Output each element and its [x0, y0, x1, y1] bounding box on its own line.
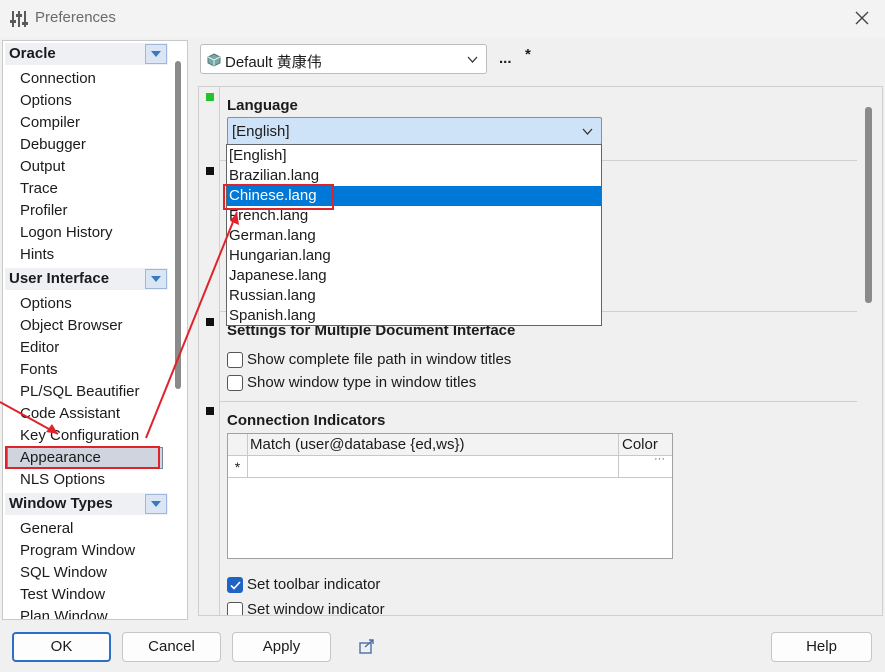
profile-more-button[interactable]: ...: [499, 50, 512, 67]
tree-item-trace[interactable]: Trace: [19, 178, 59, 200]
tree-item-debugger[interactable]: Debugger: [19, 134, 87, 156]
collapse-button[interactable]: [145, 269, 167, 289]
column-color[interactable]: Color: [622, 436, 658, 453]
checkbox-box[interactable]: [227, 602, 243, 615]
sliders-icon: [10, 11, 28, 27]
tree-item-compiler[interactable]: Compiler: [19, 112, 81, 134]
tree-item-logon-history[interactable]: Logon History: [19, 222, 114, 244]
language-option[interactable]: [English]: [227, 146, 601, 166]
cancel-button[interactable]: Cancel: [122, 632, 221, 662]
collapse-button[interactable]: [145, 494, 167, 514]
checkbox-box[interactable]: [227, 577, 243, 593]
divider: [219, 160, 220, 311]
tree-item-test-window[interactable]: Test Window: [19, 584, 106, 606]
chevron-down-icon: [467, 56, 478, 63]
grid-header: Match (user@database {ed,ws}) Color: [228, 434, 672, 456]
title-bar: Preferences: [0, 0, 885, 38]
tree-item-hints[interactable]: Hints: [19, 244, 55, 266]
language-option[interactable]: Hungarian.lang: [227, 246, 601, 266]
profile-select[interactable]: Default 黄康伟: [200, 44, 487, 74]
chevron-down-icon: [151, 501, 161, 507]
language-select[interactable]: [English]: [227, 117, 602, 145]
help-button[interactable]: Help: [771, 632, 872, 662]
tree-item-program-window[interactable]: Program Window: [19, 540, 136, 562]
profile-value: Default 黄康伟: [225, 54, 322, 71]
tree-item-sql-window[interactable]: SQL Window: [19, 562, 108, 584]
preferences-tree[interactable]: Oracle Connection Options Compiler Debug…: [2, 40, 188, 620]
export-icon[interactable]: [358, 638, 376, 656]
group-user-interface[interactable]: User Interface: [5, 268, 168, 290]
divider: [219, 87, 220, 160]
panel-scrollbar[interactable]: [865, 107, 872, 303]
connection-title: Connection Indicators: [227, 412, 386, 429]
cube-icon: [207, 53, 221, 67]
check-icon: [230, 581, 241, 590]
section-marker: [206, 93, 214, 101]
section-marker: [206, 167, 214, 175]
section-marker: [206, 318, 214, 326]
tree-item-editor[interactable]: Editor: [19, 337, 60, 359]
divider: [219, 311, 220, 401]
language-option[interactable]: Russian.lang: [227, 286, 601, 306]
divider: [219, 401, 857, 402]
color-picker-button[interactable]: ···: [654, 453, 665, 465]
collapse-button[interactable]: [145, 44, 167, 64]
group-oracle[interactable]: Oracle: [5, 43, 168, 65]
language-value: [English]: [232, 123, 290, 140]
tree-item-nls-options[interactable]: NLS Options: [19, 469, 106, 491]
language-title: Language: [227, 97, 298, 114]
table-row[interactable]: * ···: [228, 453, 672, 478]
tree-item-plan-window[interactable]: Plan Window: [19, 606, 109, 619]
language-dropdown-list[interactable]: [English] Brazilian.lang Chinese.lang Fr…: [226, 144, 602, 326]
ok-button[interactable]: OK: [12, 632, 111, 662]
checkbox-label: Set window indicator: [247, 601, 385, 616]
tree-item-plsql-beautifier[interactable]: PL/SQL Beautifier: [19, 381, 141, 403]
tree-scrollbar[interactable]: [175, 61, 181, 389]
divider: [219, 401, 220, 615]
tree-item-output[interactable]: Output: [19, 156, 66, 178]
connection-grid[interactable]: Match (user@database {ed,ws}) Color * ··…: [227, 433, 673, 559]
checkbox-label: Set toolbar indicator: [247, 576, 381, 593]
checkbox-label: Show complete file path in window titles: [247, 351, 512, 368]
tree-item-ui-options[interactable]: Options: [19, 293, 73, 315]
tree-item-fonts[interactable]: Fonts: [19, 359, 59, 381]
close-icon[interactable]: [853, 9, 871, 27]
group-window-types[interactable]: Window Types: [5, 493, 168, 515]
annotation-box-chinese: [223, 184, 334, 210]
tree-item-object-browser[interactable]: Object Browser: [19, 315, 124, 337]
chevron-down-icon: [582, 128, 593, 135]
checkbox-box[interactable]: [227, 375, 243, 391]
group-label: Oracle: [9, 45, 56, 62]
group-label: Window Types: [9, 495, 113, 512]
tree-item-profiler[interactable]: Profiler: [19, 200, 69, 222]
tree-item-code-assistant[interactable]: Code Assistant: [19, 403, 121, 425]
tree-item-options[interactable]: Options: [19, 90, 73, 112]
checkbox-label: Show window type in window titles: [247, 374, 477, 391]
window-title: Preferences: [35, 9, 116, 26]
annotation-box-appearance: [5, 446, 160, 469]
section-marker: [206, 407, 214, 415]
tree-item-key-configuration[interactable]: Key Configuration: [19, 425, 140, 447]
new-row-marker: *: [228, 456, 248, 478]
chevron-down-icon: [151, 51, 161, 57]
column-match[interactable]: Match (user@database {ed,ws}): [250, 436, 465, 453]
apply-button[interactable]: Apply: [232, 632, 331, 662]
language-option[interactable]: Spanish.lang: [227, 306, 601, 326]
language-option[interactable]: German.lang: [227, 226, 601, 246]
group-label: User Interface: [9, 270, 110, 287]
tree-item-general[interactable]: General: [19, 518, 74, 540]
modified-indicator: *: [525, 46, 531, 63]
tree-item-connection[interactable]: Connection: [19, 68, 97, 90]
language-option[interactable]: Brazilian.lang: [227, 166, 601, 186]
language-option[interactable]: Japanese.lang: [227, 266, 601, 286]
chevron-down-icon: [151, 276, 161, 282]
checkbox-box[interactable]: [227, 352, 243, 368]
